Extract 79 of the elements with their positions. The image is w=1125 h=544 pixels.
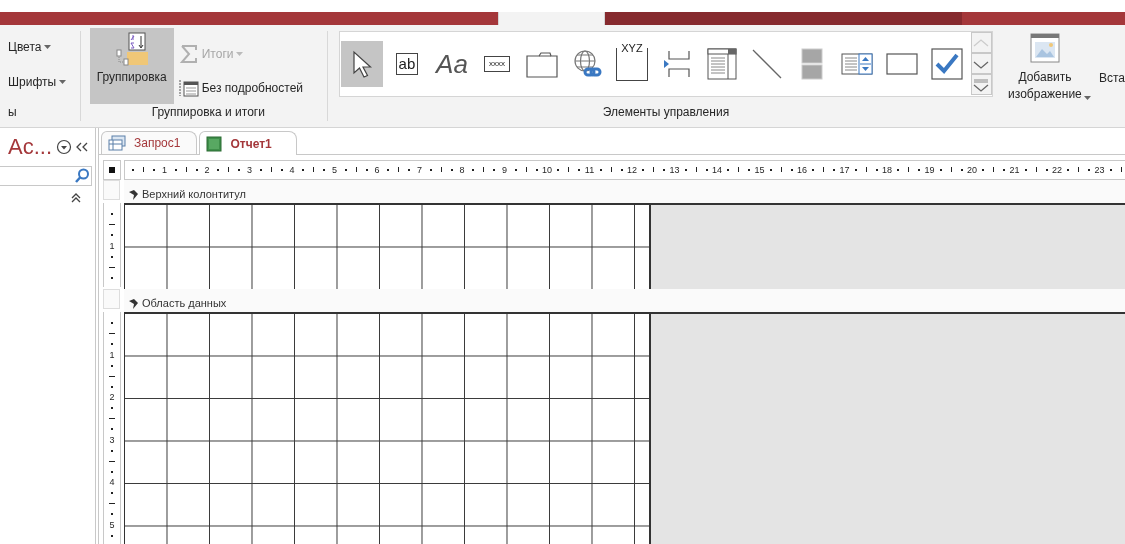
ruler-number: 5 <box>331 165 338 175</box>
ruler-number: 4 <box>288 165 296 175</box>
group-button[interactable]: Группировка <box>89 28 174 104</box>
list-box-icon <box>706 48 737 80</box>
ruler-number: 20 <box>966 165 978 175</box>
ruler-number: 22 <box>1051 165 1063 175</box>
section-arrow-icon <box>128 299 139 309</box>
ruler-number: 5 <box>109 518 115 531</box>
search-field[interactable] <box>0 166 92 186</box>
ruler-number: 3 <box>246 165 253 175</box>
control-tool-button[interactable]: xxxx <box>475 41 518 87</box>
dropdown-circle-icon[interactable] <box>56 139 72 155</box>
text-box-icon: ab <box>395 53 419 75</box>
page-break-icon <box>663 49 690 79</box>
ruler-number: 21 <box>1008 165 1021 175</box>
group-label: ы <box>7 105 18 121</box>
ruler-number: 6 <box>373 165 381 175</box>
section-header[interactable]: Верхний колонтитул <box>124 180 1125 203</box>
ruler-number: 3 <box>109 433 115 446</box>
ruler-number: 4 <box>109 476 115 488</box>
ruler-number: 13 <box>668 165 681 175</box>
section-header[interactable]: Область данных <box>124 289 1125 312</box>
group-label: Группировка и итоги <box>150 105 266 121</box>
insert-image-button[interactable]: Добавить изображение <box>996 29 1093 121</box>
pane-title: Ас... <box>8 134 52 160</box>
gallery-scroll-button[interactable] <box>970 53 992 74</box>
ruler-number: 7 <box>416 165 423 175</box>
ribbon-button[interactable]: Цвета <box>8 37 80 57</box>
document-tab[interactable]: Запрос1 <box>101 131 198 154</box>
ruler-number: 12 <box>626 165 638 175</box>
ruler-number: 1 <box>161 165 168 175</box>
ruler-number: 16 <box>796 165 808 175</box>
control-tool-button[interactable]: XYZ <box>610 41 653 87</box>
sigma-icon <box>178 44 199 64</box>
button-icon: xxxx <box>483 56 510 72</box>
check-box-icon <box>930 48 963 80</box>
ruler-number: 1 <box>109 348 115 361</box>
document-tab[interactable]: Отчет1 <box>199 131 297 155</box>
report-icon <box>206 135 223 152</box>
query-icon <box>108 135 126 151</box>
image-icon <box>1029 33 1060 63</box>
more-icon <box>972 77 991 92</box>
details-icon <box>178 79 199 97</box>
ruler-number: 18 <box>881 165 893 175</box>
pointer-icon <box>350 50 373 78</box>
globe-link-icon <box>571 49 602 79</box>
ruler-number: 19 <box>923 165 936 175</box>
folder-tab-icon <box>525 50 558 78</box>
line-icon <box>750 48 783 80</box>
spin-list-icon <box>840 53 873 75</box>
collapse-pane-icon[interactable] <box>76 142 88 152</box>
ruler-number: 8 <box>458 165 466 175</box>
ruler-number: 1 <box>109 239 115 252</box>
collapse-up-icon[interactable] <box>71 193 81 203</box>
search-icon[interactable] <box>73 167 91 185</box>
control-tool-button[interactable]: Aa <box>430 41 473 87</box>
ruler-number: 2 <box>109 391 115 403</box>
select-report-button[interactable] <box>103 160 121 180</box>
group-label: Элементы управления <box>601 105 731 121</box>
ribbon-button[interactable]: Шрифты <box>8 72 80 92</box>
grouping-icon <box>114 32 149 66</box>
control-tool-button[interactable] <box>340 41 383 87</box>
ruler-number: 15 <box>753 165 766 175</box>
toggle-icon <box>800 48 823 80</box>
control-tool-button[interactable]: ab <box>385 41 428 87</box>
ruler-number: 17 <box>838 165 851 175</box>
rectangle-icon <box>885 53 918 75</box>
ruler-number: 10 <box>541 165 553 175</box>
ribbon-button-label[interactable]: Вста <box>1098 29 1125 121</box>
ruler-number: 2 <box>203 165 211 175</box>
ribbon-button[interactable]: Без подробностей <box>178 78 303 98</box>
label-icon: Aa <box>436 54 468 74</box>
ruler-number: 9 <box>501 165 508 175</box>
ruler-number: 23 <box>1093 165 1106 175</box>
ruler-number: 11 <box>583 165 596 175</box>
ruler-number: 14 <box>711 165 723 175</box>
section-arrow-icon <box>128 190 139 200</box>
square-icon <box>109 167 115 173</box>
gallery-scroll-button[interactable] <box>970 74 992 95</box>
